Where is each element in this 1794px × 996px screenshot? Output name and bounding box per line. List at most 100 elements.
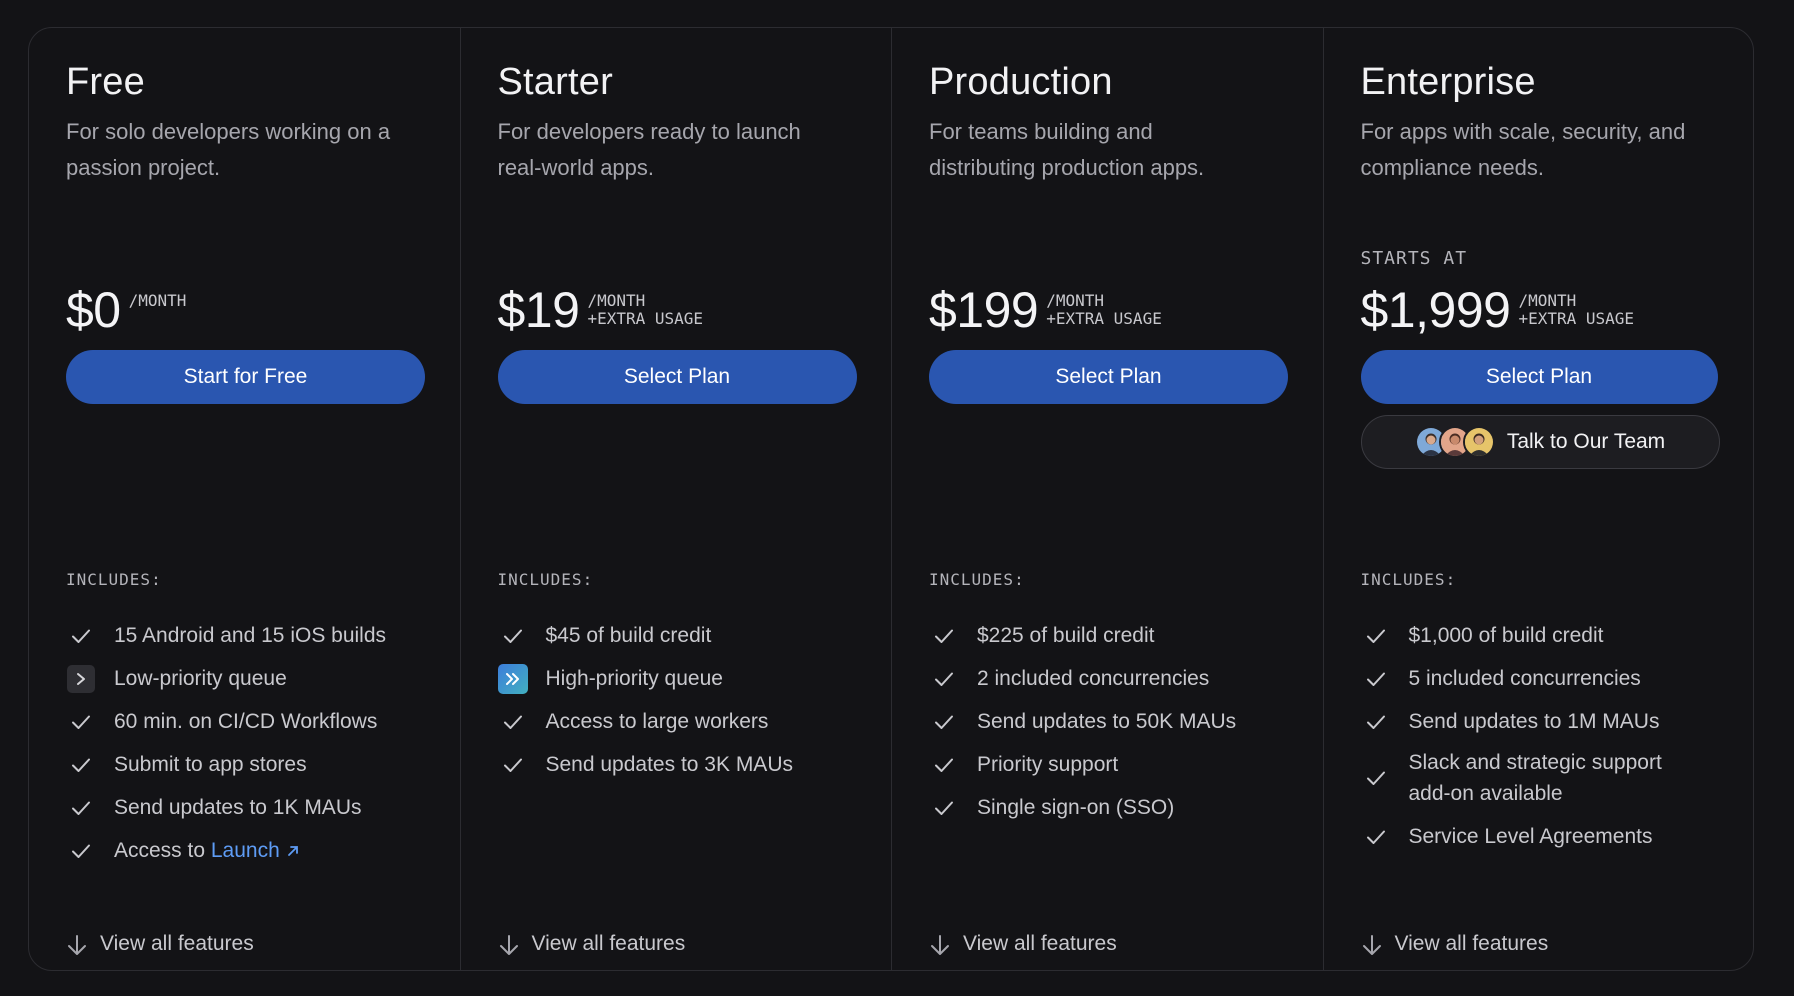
check-icon [929,793,959,823]
feature-item: 5 included concurrencies [1361,657,1731,700]
plan-name: Starter [497,61,613,103]
feature-item: Slack and strategic support add-on avail… [1361,743,1731,815]
includes-label: INCLUDES: [497,570,594,589]
check-icon [498,621,528,651]
feature-text: Access to [114,838,211,862]
talk-to-team-label[interactable]: Talk to Our Team [1507,430,1665,454]
price-row: $1,999 /MONTH +EXTRA USAGE [1361,282,1635,338]
price-period: /MONTH +EXTRA USAGE [587,291,704,328]
feature-text: Priority support [977,752,1119,776]
feature-text: $45 of build credit [545,623,712,647]
plan-card-enterprise: Enterprise For apps with scale, security… [1324,28,1754,970]
feature-item: 15 Android and 15 iOS builds [66,614,436,657]
plan-description: For developers ready to launch real-worl… [497,119,801,180]
check-icon [929,664,959,694]
arrow-down-icon [1362,935,1381,955]
feature-list: $45 of build credit High-priority queue … [497,614,868,786]
price-row: $199 /MONTH +EXTRA USAGE [929,282,1162,338]
view-all-label[interactable]: View all features [963,932,1117,956]
feature-item: Priority support [929,743,1299,786]
plan-card-free: Free For solo developers working on a pa… [29,28,461,970]
view-all-features-link[interactable]: View all features [498,931,686,957]
feature-item: Send updates to 50K MAUs [929,700,1299,743]
price-period: /MONTH [128,291,187,310]
feature-item: Send updates to 3K MAUs [498,743,868,786]
feature-item: High-priority queue [497,657,868,700]
check-icon [929,707,959,737]
pricing-table: Free For solo developers working on a pa… [28,27,1754,971]
plan-name: Enterprise [1360,61,1536,103]
chevron-right-icon [66,664,96,694]
price-period: /MONTH +EXTRA USAGE [1046,291,1162,328]
check-icon [498,750,528,780]
includes-label: INCLUDES: [66,570,162,589]
feature-item: Service Level Agreements [1361,815,1731,858]
feature-text: High-priority queue [545,666,723,690]
plan-price: $199 [929,282,1039,338]
feature-text: Slack and strategic support add-on avail… [1408,751,1662,805]
plan-card-production: Production For teams building and distri… [892,28,1324,970]
select-plan-button[interactable]: Select Plan [497,350,857,404]
feature-item: Submit to app stores [66,743,436,786]
feature-text: Low-priority queue [114,666,287,690]
check-icon [929,621,959,651]
arrow-down-icon [931,935,949,955]
feature-list: $225 of build credit 2 included concurre… [929,614,1299,829]
feature-text: Send updates to 1K MAUs [114,795,362,819]
feature-text: Service Level Agreements [1408,824,1653,848]
feature-item: Single sign-on (SSO) [929,786,1299,829]
plan-name: Free [66,61,145,103]
view-all-label[interactable]: View all features [532,932,686,956]
launch-link[interactable]: Launch [211,839,300,863]
view-all-label[interactable]: View all features [100,932,254,956]
includes-label: INCLUDES: [1360,570,1457,589]
plan-card-starter: Starter For developers ready to launch r… [461,28,892,970]
plan-description: For solo developers working on a passion… [66,119,391,180]
price-row: $19 /MONTH +EXTRA USAGE [498,282,704,338]
check-icon [1361,621,1391,651]
feature-item: Access to Launch [66,829,436,872]
feature-text: Send updates to 1M MAUs [1408,709,1660,733]
plan-name: Production [929,61,1113,103]
feature-text: 5 included concurrencies [1408,666,1641,690]
check-icon [66,707,96,737]
feature-item: Low-priority queue [66,657,436,700]
check-icon [929,750,959,780]
feature-list: $1,000 of build credit 5 included concur… [1361,614,1731,858]
check-icon [66,793,96,823]
feature-item: 60 min. on CI/CD Workflows [66,700,436,743]
double-chevron-right-icon [497,663,528,694]
view-all-label[interactable]: View all features [1395,932,1549,956]
check-icon [1361,707,1391,737]
launch-link-label[interactable]: Launch [211,839,280,862]
includes-label: INCLUDES: [929,570,1025,589]
feature-item: $225 of build credit [929,614,1299,657]
talk-to-team-button[interactable]: Talk to Our Team [1360,415,1720,469]
plan-price: $1,999 [1360,282,1511,338]
starts-at-label: STARTS AT [1360,248,1468,269]
feature-item: Send updates to 1K MAUs [66,786,436,829]
feature-item: Send updates to 1M MAUs [1361,700,1731,743]
arrow-down-icon [68,935,86,955]
feature-text: 60 min. on CI/CD Workflows [114,709,378,733]
feature-text: $1,000 of build credit [1408,623,1604,647]
feature-text: Submit to app stores [114,752,307,776]
view-all-features-link[interactable]: View all features [66,931,254,957]
external-arrow-icon [287,845,298,856]
feature-text: 2 included concurrencies [977,666,1210,690]
start-for-free-button[interactable]: Start for Free [66,350,425,404]
check-icon [66,836,96,866]
select-plan-button[interactable]: Select Plan [929,350,1288,404]
feature-text: Access to large workers [545,709,769,733]
plan-price: $19 [497,282,580,338]
select-plan-button[interactable]: Select Plan [1360,350,1718,404]
plan-description: For teams building and distributing prod… [929,119,1205,180]
plan-description: For apps with scale, security, and compl… [1360,119,1686,180]
view-all-features-link[interactable]: View all features [929,931,1117,957]
feature-text: 15 Android and 15 iOS builds [114,623,387,647]
view-all-features-link[interactable]: View all features [1361,931,1549,957]
feature-item: $45 of build credit [498,614,868,657]
feature-list: 15 Android and 15 iOS builds Low-priorit… [66,614,436,872]
team-avatars [1414,426,1495,458]
arrow-down-icon [499,935,518,955]
